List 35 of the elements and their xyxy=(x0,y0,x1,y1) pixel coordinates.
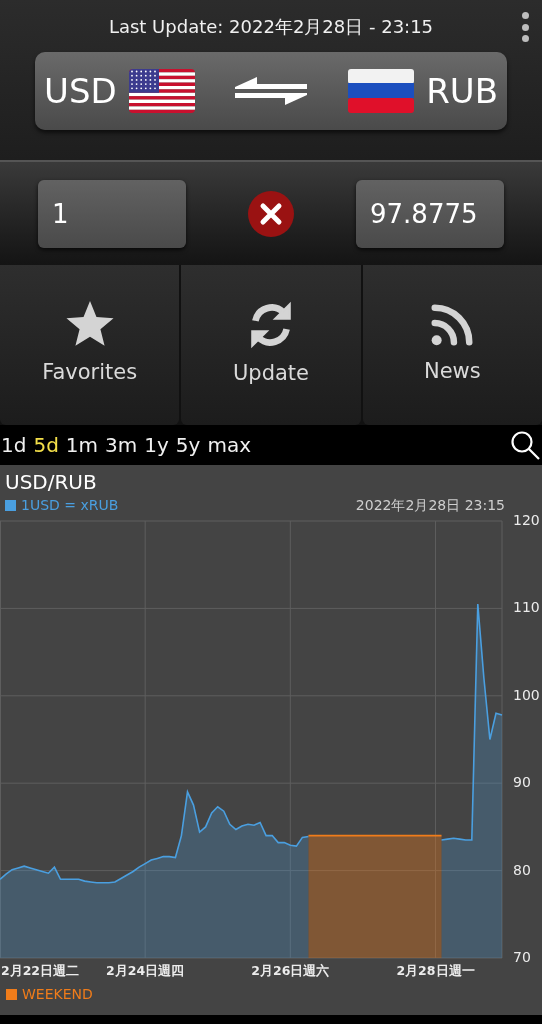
x-axis-label: 2月24日週四 xyxy=(106,963,185,978)
menu-icon[interactable] xyxy=(520,12,530,42)
y-axis-label: 70 xyxy=(513,949,531,965)
russia-flag-icon xyxy=(348,69,415,113)
nav-tile[interactable]: Favorites xyxy=(0,265,180,425)
y-axis-label: 110 xyxy=(513,599,540,616)
nav-tile[interactable]: Update xyxy=(181,265,361,425)
from-currency-button[interactable]: USD xyxy=(44,65,195,117)
range-tab[interactable]: 1y xyxy=(144,430,169,460)
range-tab[interactable]: 1d xyxy=(1,430,27,460)
x-axis-label: 2月26日週六 xyxy=(251,963,330,978)
x-axis-label: 2月28日週一 xyxy=(396,963,475,978)
nav-tile[interactable]: News xyxy=(362,265,542,425)
range-tab[interactable]: max xyxy=(207,430,251,460)
legend-item: WEEKEND xyxy=(6,984,536,1005)
x-axis-label: 2月22日週二 xyxy=(0,963,80,978)
range-tab[interactable]: 5d xyxy=(33,430,59,460)
to-currency-button[interactable]: RUB xyxy=(348,65,498,117)
search-icon[interactable] xyxy=(510,430,540,460)
range-tab[interactable]: 5y xyxy=(175,430,201,460)
y-axis-label: 100 xyxy=(513,686,540,703)
swap-arrows-icon[interactable] xyxy=(233,74,310,108)
range-tab[interactable]: 1m xyxy=(65,430,99,460)
us-flag-icon xyxy=(128,69,195,113)
clear-icon[interactable] xyxy=(248,190,294,237)
result-field[interactable]: 97.8775 xyxy=(356,179,504,248)
amount-input[interactable]: 1 xyxy=(38,179,186,248)
chart-title: USD/RUB xyxy=(5,469,98,495)
chart-timestamp: 2022年2月28日 23:15 xyxy=(355,496,505,515)
range-tab[interactable]: 3m xyxy=(105,430,138,460)
y-axis-label: 80 xyxy=(513,861,531,878)
y-axis-label: 90 xyxy=(513,774,531,791)
legend-item: 1USD = xRUB xyxy=(5,495,119,516)
last-update-text: Last Update: 2022年2月28日 - 23:15 xyxy=(108,14,434,39)
y-axis-label: 120 xyxy=(513,512,540,528)
